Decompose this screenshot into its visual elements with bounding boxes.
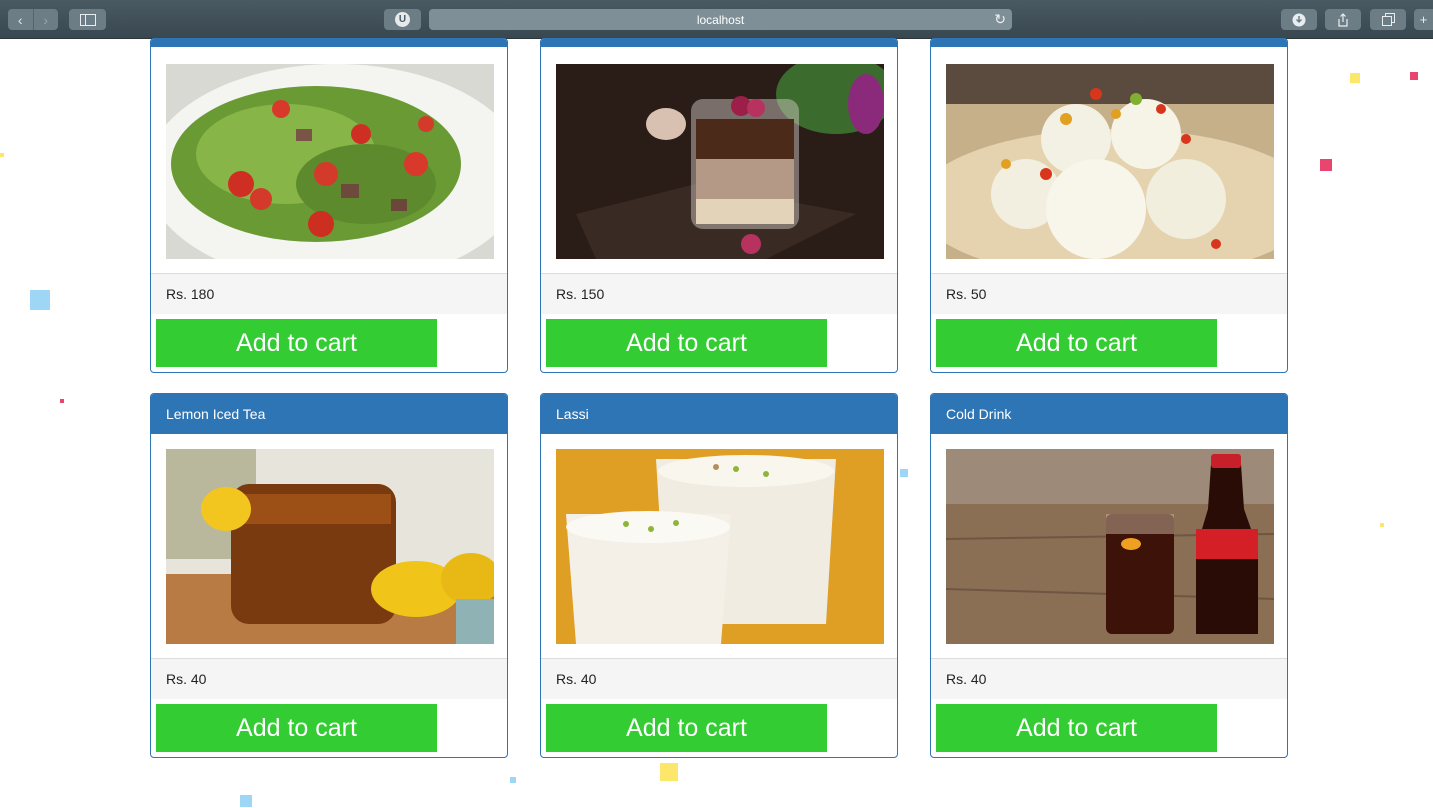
- tabs-icon: [1381, 13, 1395, 26]
- downloads-button[interactable]: [1281, 9, 1317, 30]
- product-name: Lemon Iced Tea: [166, 406, 266, 422]
- image-container: [931, 47, 1287, 279]
- card-header: [541, 39, 897, 47]
- browser-toolbar: ‹ › U localhost ↻ +: [0, 0, 1433, 39]
- add-to-cart-button[interactable]: Add to cart: [936, 319, 1217, 367]
- add-to-cart-button[interactable]: Add to cart: [156, 704, 437, 752]
- product-price: Rs. 40: [151, 659, 507, 699]
- image-container: [541, 434, 897, 659]
- product-card: Cold Drink Rs. 40 Add to cart: [930, 393, 1288, 758]
- share-icon: [1338, 12, 1348, 27]
- share-button[interactable]: [1325, 9, 1361, 30]
- sidebar-toggle-button[interactable]: [69, 9, 106, 30]
- confetti: [30, 290, 50, 310]
- product-image-cola: [945, 449, 1275, 644]
- product-image-rasgulla: [931, 64, 1287, 279]
- tabs-button[interactable]: [1370, 9, 1406, 30]
- product-image-iced-tea: [166, 449, 501, 644]
- confetti: [510, 777, 516, 783]
- product-image-chocolate-mousse: [556, 54, 896, 259]
- confetti: [60, 399, 64, 403]
- nav-buttons: ‹ ›: [8, 9, 58, 30]
- product-name: Lassi: [556, 406, 589, 422]
- product-image-salad: [151, 64, 507, 284]
- product-price: Rs. 40: [541, 659, 897, 699]
- confetti: [1320, 159, 1332, 171]
- card-header: Lemon Iced Tea: [151, 394, 507, 434]
- ublock-icon: U: [395, 12, 410, 27]
- add-to-cart-button[interactable]: Add to cart: [546, 704, 827, 752]
- image-container: [151, 434, 507, 659]
- confetti: [0, 153, 4, 157]
- back-icon[interactable]: ‹: [8, 9, 33, 30]
- add-to-cart-button[interactable]: Add to cart: [546, 319, 827, 367]
- product-card: Rs. 150 Add to cart: [540, 38, 898, 373]
- reload-icon[interactable]: ↻: [994, 11, 1006, 28]
- add-to-cart-button[interactable]: Add to cart: [936, 704, 1217, 752]
- plus-icon: +: [1419, 12, 1428, 27]
- product-card: Lassi Rs. 40 Add to cart: [540, 393, 898, 758]
- card-header: [151, 39, 507, 47]
- image-container: [541, 47, 897, 274]
- image-container: [151, 47, 507, 284]
- product-image-lassi: [556, 449, 884, 644]
- new-tab-button[interactable]: +: [1414, 9, 1433, 30]
- card-header: Cold Drink: [931, 394, 1287, 434]
- confetti: [1410, 72, 1418, 80]
- product-name: Cold Drink: [946, 406, 1012, 422]
- download-icon: [1292, 13, 1306, 26]
- card-header: Lassi: [541, 394, 897, 434]
- ublock-extension-button[interactable]: U: [384, 9, 421, 30]
- product-card: Rs. 50 Add to cart: [930, 38, 1288, 373]
- forward-icon[interactable]: ›: [32, 9, 59, 30]
- product-price: Rs. 40: [931, 659, 1287, 699]
- sidebar-icon: [79, 13, 96, 26]
- address-bar[interactable]: localhost ↻: [429, 9, 1012, 30]
- product-price: Rs. 50: [931, 274, 1287, 314]
- confetti: [900, 469, 908, 477]
- confetti: [1380, 523, 1384, 527]
- product-price: Rs. 180: [151, 274, 507, 314]
- image-container: [931, 434, 1287, 659]
- add-to-cart-button[interactable]: Add to cart: [156, 319, 437, 367]
- product-price: Rs. 150: [541, 274, 897, 314]
- confetti: [1350, 73, 1360, 83]
- product-card: Lemon Iced Tea Rs. 40 Add to cart: [150, 393, 508, 758]
- confetti: [660, 763, 678, 781]
- product-card: Rs. 180 Add to cart: [150, 38, 508, 373]
- confetti: [240, 795, 252, 807]
- url-text: localhost: [696, 12, 745, 27]
- card-header: [931, 39, 1287, 47]
